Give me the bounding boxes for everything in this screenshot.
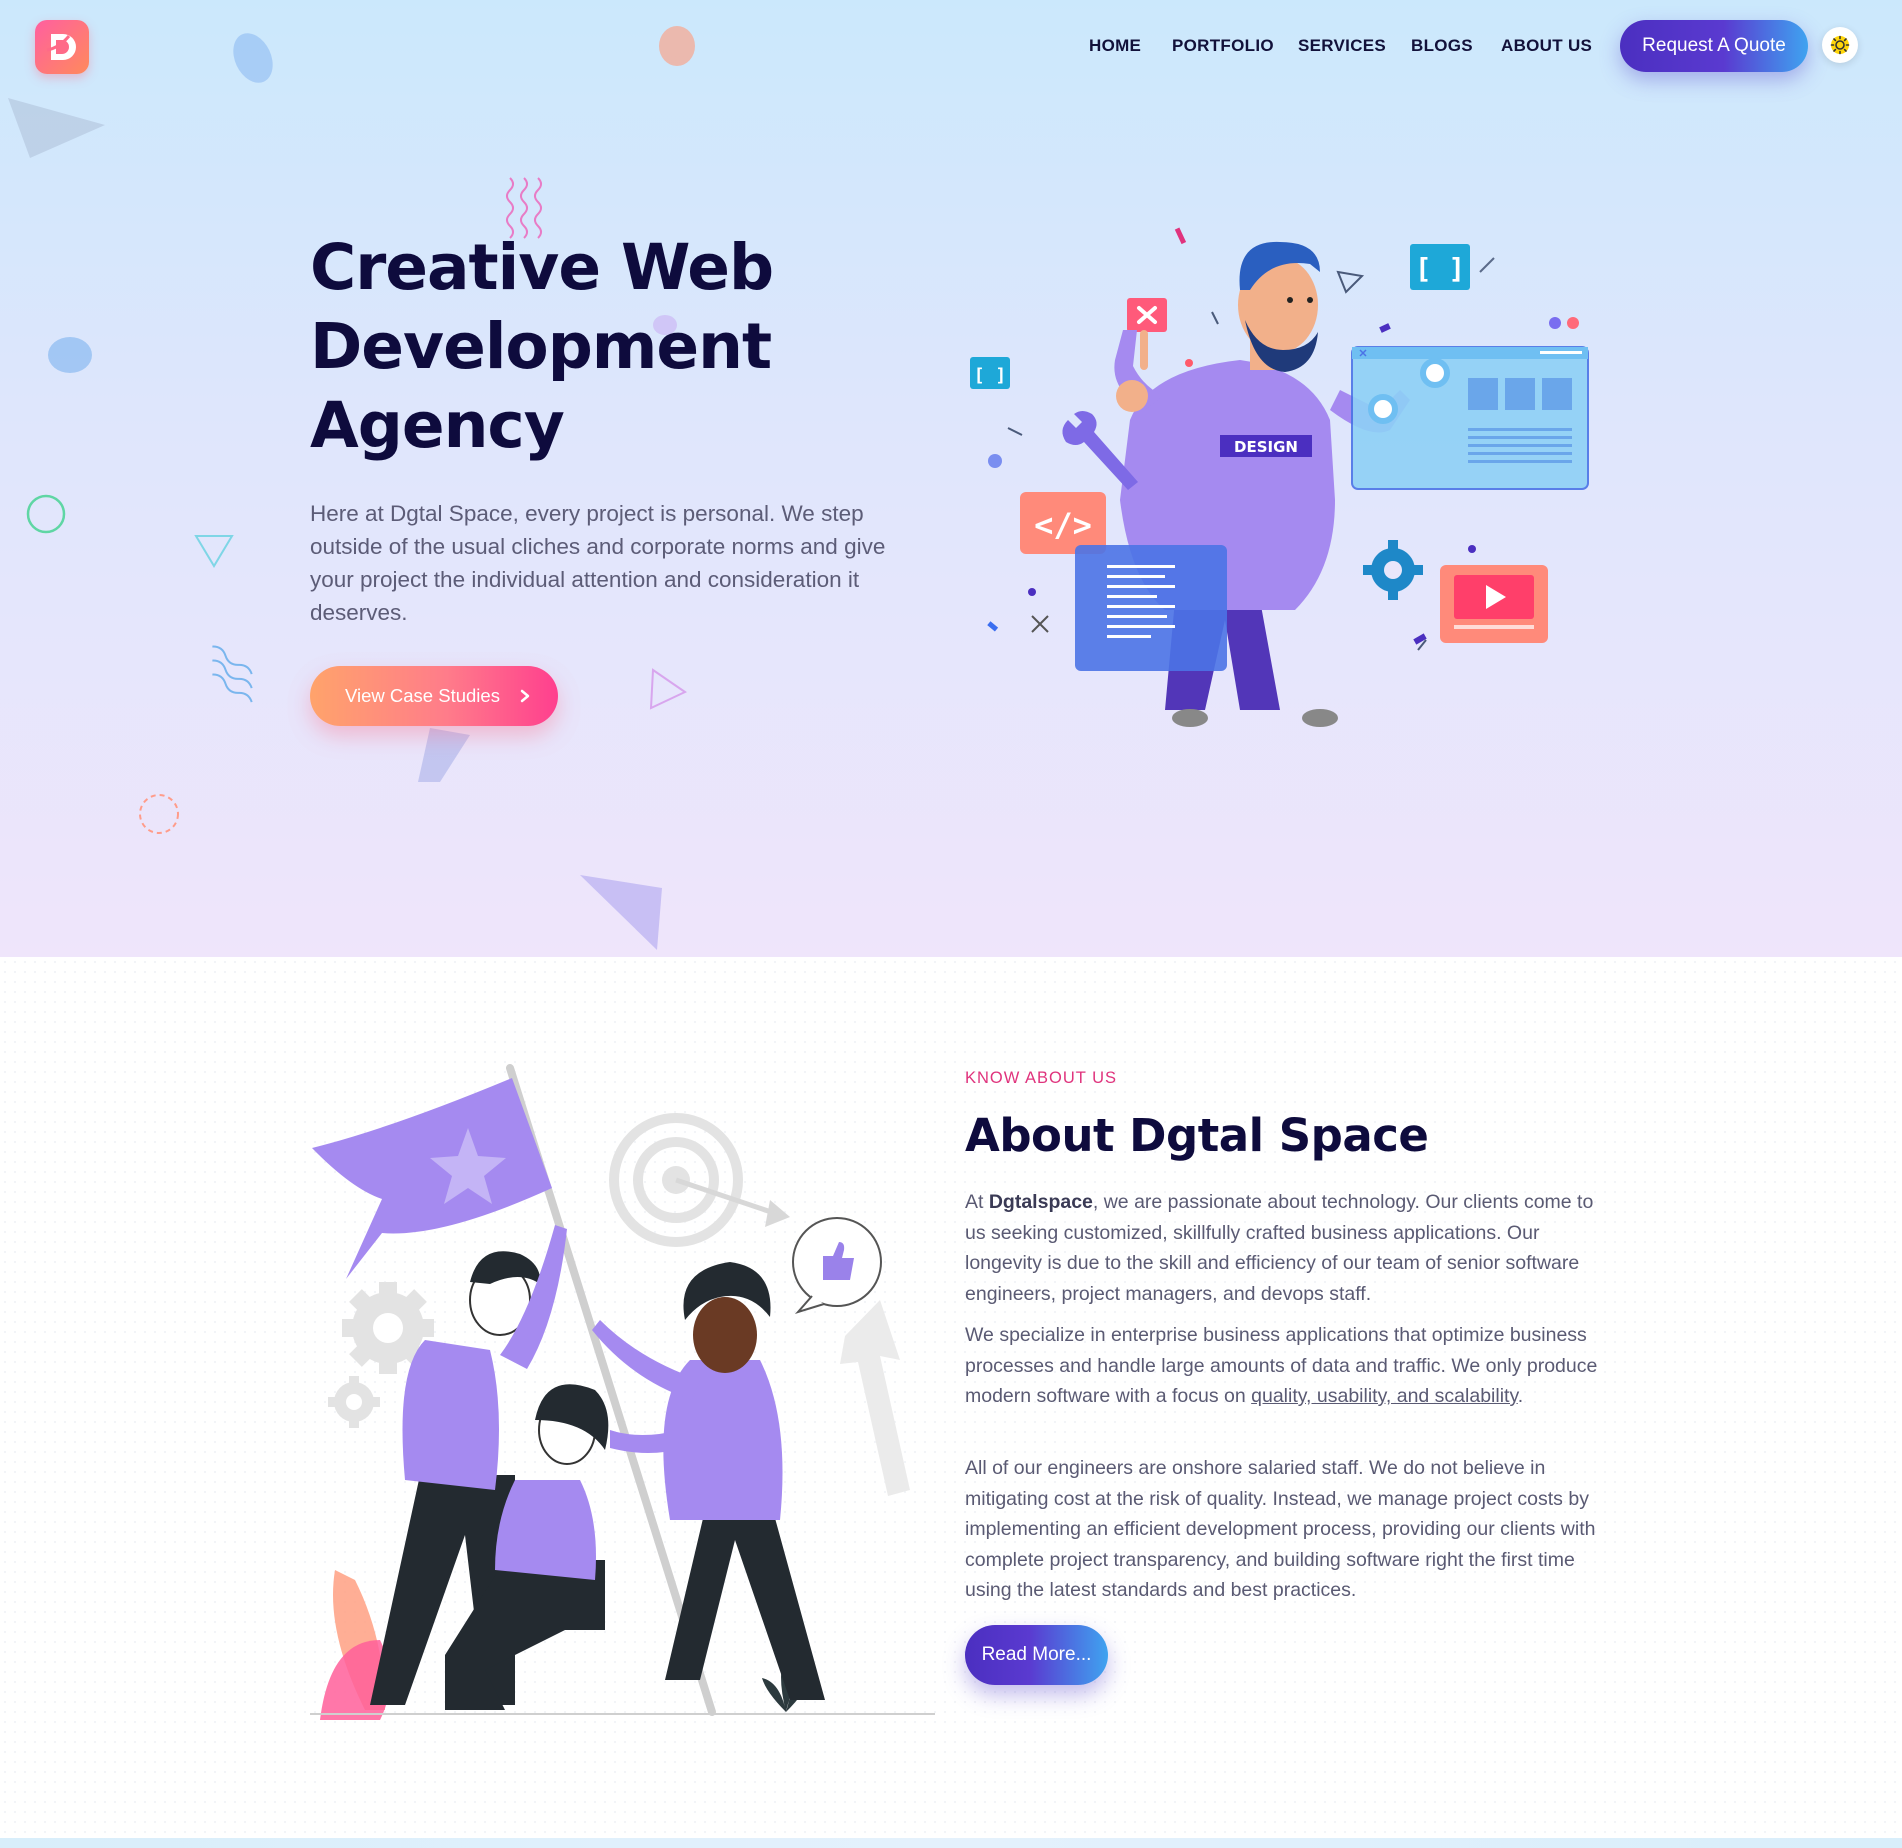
read-more-button[interactable]: Read More...	[965, 1625, 1108, 1685]
illustration-code-tag: </>	[1034, 506, 1092, 544]
nav-blogs[interactable]: BLOGS	[1411, 33, 1473, 59]
hero-title-line: Creative Web	[310, 231, 774, 304]
about-p2-end: .	[1517, 1385, 1524, 1407]
developer-illustration: [ ] [ ] DESIGN </>	[970, 227, 1589, 727]
about-title: About Dgtal Space	[965, 1109, 1429, 1162]
about-p1-brand: Dgtalspace	[988, 1191, 1093, 1213]
nav-home[interactable]: HOME	[1089, 33, 1141, 59]
sun-icon	[1830, 35, 1850, 55]
about-eyebrow: KNOW ABOUT US	[965, 1069, 1118, 1087]
svg-text:[ ]: [ ]	[974, 365, 1007, 386]
hero-title-line: Development	[310, 310, 772, 383]
team-flag-illustration	[310, 1064, 935, 1720]
request-quote-button[interactable]: Request A Quote	[1620, 20, 1808, 72]
theme-toggle[interactable]	[1822, 27, 1858, 63]
nav-services[interactable]: SERVICES	[1298, 33, 1386, 59]
view-case-studies-button[interactable]: View Case Studies	[310, 666, 558, 726]
hero-title: Creative Web Development Agency	[310, 228, 870, 465]
illustration-shirt-text: DESIGN	[1234, 438, 1298, 456]
about-p1-prefix: At	[965, 1191, 989, 1213]
quality-usability-link[interactable]: quality, usability, and scalability	[1251, 1385, 1518, 1407]
svg-text:[ ]: [ ]	[1415, 252, 1466, 285]
about-paragraph-2: We specialize in enterprise business app…	[965, 1320, 1605, 1412]
chevron-right-icon	[520, 689, 530, 703]
nav-portfolio[interactable]: PORTFOLIO	[1172, 33, 1274, 59]
hero-description: Here at Dgtal Space, every project is pe…	[310, 501, 886, 625]
about-paragraph-3: All of our engineers are onshore salarie…	[965, 1457, 1596, 1601]
about-section: KNOW ABOUT US About Dgtal Space At Dgtal…	[0, 957, 1902, 1848]
hero-title-line: Agency	[310, 389, 565, 462]
nav-about-us[interactable]: ABOUT US	[1501, 33, 1592, 59]
background-shapes	[8, 26, 695, 950]
about-paragraph-1: At Dgtalspace, we are passionate about t…	[965, 1187, 1605, 1309]
view-case-studies-label: View Case Studies	[345, 685, 500, 706]
hero-section: HOME PORTFOLIO SERVICES BLOGS ABOUT US R…	[0, 0, 1902, 957]
next-section-edge	[0, 1838, 1902, 1848]
dgtal-logo-icon[interactable]	[35, 20, 89, 74]
